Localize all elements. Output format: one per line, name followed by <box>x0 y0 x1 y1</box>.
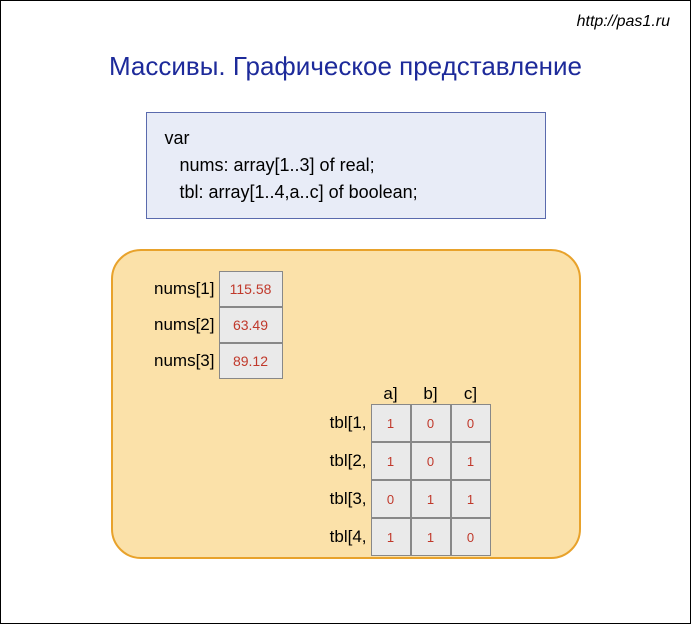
tbl-cell: 0 <box>411 404 451 442</box>
tbl-row-label: tbl[3, <box>313 489 371 509</box>
nums-label: nums[1] <box>133 279 219 299</box>
tbl-col-header: a] <box>371 384 411 404</box>
nums-row: nums[1] 115.58 <box>133 271 283 307</box>
nums-row: nums[3] 89.12 <box>133 343 283 379</box>
code-declaration: var nums: array[1..3] of real; tbl: arra… <box>146 112 546 219</box>
tbl-row: tbl[1, 1 0 0 <box>313 404 491 442</box>
nums-array: nums[1] 115.58 nums[2] 63.49 nums[3] 89.… <box>133 271 283 379</box>
tbl-cell: 1 <box>371 518 411 556</box>
tbl-header-row: a] b] c] <box>313 376 491 404</box>
nums-cell: 63.49 <box>219 307 283 343</box>
tbl-row: tbl[2, 1 0 1 <box>313 442 491 480</box>
tbl-cell: 1 <box>411 480 451 518</box>
tbl-array: a] b] c] tbl[1, 1 0 0 tbl[2, 1 0 1 tbl[3… <box>313 376 491 556</box>
tbl-row: tbl[4, 1 1 0 <box>313 518 491 556</box>
tbl-row: tbl[3, 0 1 1 <box>313 480 491 518</box>
tbl-col-header: c] <box>451 384 491 404</box>
nums-label: nums[2] <box>133 315 219 335</box>
tbl-row-label: tbl[1, <box>313 413 371 433</box>
tbl-cell: 0 <box>371 480 411 518</box>
nums-label: nums[3] <box>133 351 219 371</box>
tbl-cell: 0 <box>451 404 491 442</box>
tbl-cell: 1 <box>371 404 411 442</box>
tbl-cell: 0 <box>411 442 451 480</box>
tbl-row-label: tbl[2, <box>313 451 371 471</box>
tbl-cell: 1 <box>451 480 491 518</box>
arrays-diagram: nums[1] 115.58 nums[2] 63.49 nums[3] 89.… <box>111 249 581 559</box>
tbl-cell: 1 <box>371 442 411 480</box>
tbl-cell: 1 <box>451 442 491 480</box>
tbl-col-header: b] <box>411 384 451 404</box>
page-title: Массивы. Графическое представление <box>1 51 690 82</box>
nums-cell: 115.58 <box>219 271 283 307</box>
nums-row: nums[2] 63.49 <box>133 307 283 343</box>
tbl-cell: 0 <box>451 518 491 556</box>
source-url: http://pas1.ru <box>577 13 670 31</box>
tbl-row-label: tbl[4, <box>313 527 371 547</box>
tbl-cell: 1 <box>411 518 451 556</box>
nums-cell: 89.12 <box>219 343 283 379</box>
